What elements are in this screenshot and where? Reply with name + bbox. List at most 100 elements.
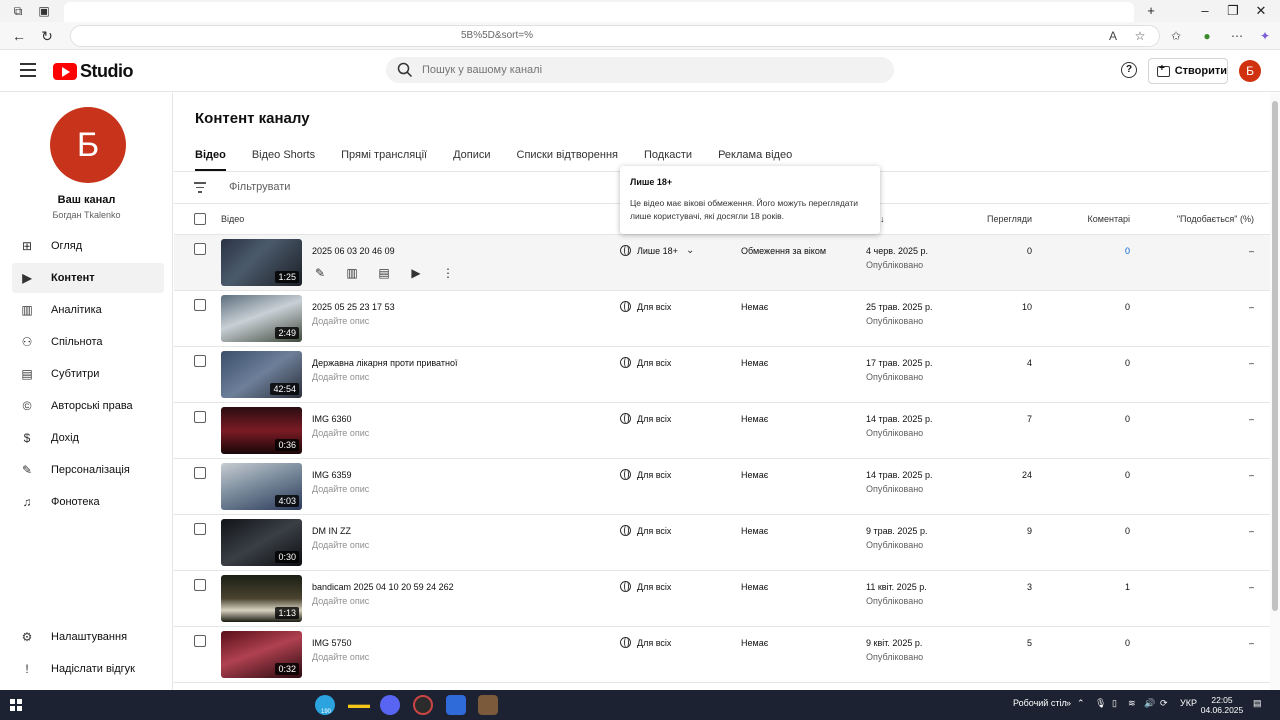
row-checkbox[interactable] [194,579,206,591]
youtube-studio-logo[interactable]: Studio [53,60,134,82]
tab-playlists[interactable]: Списки відтворення [517,145,618,171]
table-row[interactable]: 0:32 IMG 5750 Додайте опис Для всіх Нема… [174,627,1270,683]
scrollbar-thumb[interactable] [1272,101,1278,611]
table-row[interactable]: 4:03 IMG 6359 Додайте опис Для всіх Нема… [174,459,1270,515]
column-comments[interactable]: Коментарі [1074,214,1130,224]
table-row[interactable]: 0:36 IMG 6360 Додайте опис Для всіх Нема… [174,403,1270,459]
sidebar-item-audio-library[interactable]: ♫ Фонотека [12,487,164,517]
visibility-dropdown[interactable]: Для всіх [620,525,671,536]
table-row[interactable]: 0:30 DM IN ZZ Додайте опис Для всіх Нема… [174,515,1270,571]
extension-icon[interactable]: ● [1198,27,1216,45]
video-title[interactable]: IMG 6359 [312,470,352,480]
scrollbar[interactable] [1270,93,1280,690]
table-row[interactable]: 1:13 bandicam 2025 04 10 20 59 24 262 До… [174,571,1270,627]
desktop-label[interactable]: Робочий стіл [1013,698,1067,708]
video-description[interactable]: Додайте опис [312,484,369,494]
create-button[interactable]: Створити [1148,58,1228,84]
row-checkbox[interactable] [194,243,206,255]
discord-icon[interactable] [380,695,400,715]
visibility-dropdown[interactable]: Для всіх [620,581,671,592]
video-description[interactable]: Додайте опис [312,652,369,662]
search-box[interactable] [386,57,894,83]
tab-shorts[interactable]: Відео Shorts [252,145,315,171]
row-checkbox[interactable] [194,299,206,311]
network-icon[interactable]: ≋ [1128,698,1136,709]
edit-pencil-icon[interactable]: ✎ [312,265,328,281]
tab-videos[interactable]: Відео [195,145,226,171]
column-views[interactable]: Перегляди [980,214,1032,224]
video-thumbnail[interactable]: 1:13 [221,575,302,622]
new-tab-icon[interactable]: + [1142,2,1160,20]
microphone-icon[interactable]: 🎙 [1095,698,1106,709]
table-row[interactable]: 42:54 Державна лікарня проти приватної Д… [174,347,1270,403]
clock[interactable]: 22:05 04.06.2025 [1200,695,1244,715]
video-title[interactable]: DM IN ZZ [312,526,351,536]
tab-actions-icon[interactable]: ▣ [36,3,52,19]
read-aloud-icon[interactable]: A [1104,27,1122,45]
column-likes[interactable]: "Подобається" (%) [1164,214,1254,224]
app-icon-2[interactable] [446,695,466,715]
select-all-checkbox[interactable] [194,213,206,225]
filter-input[interactable]: Фільтрувати [229,181,290,193]
video-thumbnail[interactable]: 2:49 [221,295,302,342]
volume-icon[interactable]: 🔊 [1144,698,1155,709]
sidebar-item-settings[interactable]: ⚙ Налаштування [12,622,164,652]
row-checkbox[interactable] [194,355,206,367]
video-title[interactable]: Державна лікарня проти приватної [312,358,457,368]
sidebar-item-content[interactable]: ▶ Контент [12,263,164,293]
favorite-star-icon[interactable]: ☆ [1131,27,1149,45]
video-title[interactable]: 2025 06 03 20 46 09 [312,246,395,256]
tab-posts[interactable]: Дописи [453,145,490,171]
row-checkbox[interactable] [194,635,206,647]
more-menu-icon[interactable]: ⋯ [1228,27,1246,45]
video-thumbnail[interactable]: 0:30 [221,519,302,566]
video-title[interactable]: bandicam 2025 04 10 20 59 24 262 [312,582,454,592]
table-row[interactable]: 2:49 2025 05 25 23 17 53 Додайте опис Дл… [174,291,1270,347]
sidebar-item-feedback[interactable]: ! Надіслати відгук [12,654,164,684]
sort-arrow-icon[interactable]: ↓ [880,214,885,224]
sidebar-item-copyright[interactable]: © Авторські права [12,391,164,421]
comments-icon[interactable]: ▤ [376,265,392,281]
sidebar-item-earn[interactable]: $ Дохід [12,423,164,453]
sidebar-item-dashboard[interactable]: ⊞ Огляд [12,231,164,261]
sync-icon[interactable]: ⟳ [1160,698,1168,709]
url-field[interactable]: 5B%5D&sort=% [70,25,1160,47]
visibility-dropdown[interactable]: Для всіх [620,301,671,312]
battery-icon[interactable]: ▯ [1112,698,1117,709]
visibility-dropdown[interactable]: Для всіх [620,637,671,648]
row-checkbox[interactable] [194,411,206,423]
favorites-icon[interactable]: ✩ [1167,27,1185,45]
notifications-icon[interactable]: ▤ [1253,698,1262,709]
copilot-icon[interactable]: ✦ [1256,27,1274,45]
minimize-icon[interactable]: – [1196,2,1214,20]
table-row[interactable]: 1:25 2025 06 03 20 46 09 ✎ ▥ ▤ ▶ ⋮ Лише … [174,235,1270,291]
media-app-icon[interactable] [413,695,433,715]
youtube-play-icon[interactable]: ▶ [408,265,424,281]
video-title[interactable]: IMG 5750 [312,638,352,648]
app-icon[interactable]: ▬▬ [348,695,370,715]
visibility-dropdown[interactable]: Лише 18+ ⌄ [620,245,694,256]
help-icon[interactable]: ? [1121,62,1137,78]
video-thumbnail[interactable]: 4:03 [221,463,302,510]
toolbar-expand-icon[interactable]: » [1066,698,1071,708]
sidebar-item-community[interactable]: ⚇ Спільнота [12,327,164,357]
video-description[interactable]: Додайте опис [312,372,369,382]
app-icon-3[interactable] [478,695,498,715]
tray-chevron-icon[interactable]: ⌃ [1077,698,1085,709]
visibility-dropdown[interactable]: Для всіх [620,469,671,480]
channel-avatar[interactable]: Б [50,107,126,183]
row-checkbox[interactable] [194,523,206,535]
menu-icon[interactable] [20,63,36,77]
account-avatar[interactable]: Б [1239,60,1261,82]
analytics-icon[interactable]: ▥ [344,265,360,281]
reload-icon[interactable]: ↻ [38,27,56,45]
close-window-icon[interactable]: ✕ [1252,2,1270,20]
search-input[interactable] [422,60,862,80]
workspaces-icon[interactable]: ⧉ [10,3,26,19]
visibility-dropdown[interactable]: Для всіх [620,357,671,368]
video-description[interactable]: Додайте опис [312,428,369,438]
video-description[interactable]: Додайте опис [312,316,369,326]
windows-start-icon[interactable] [10,699,22,711]
more-options-icon[interactable]: ⋮ [440,265,456,281]
language-indicator[interactable]: УКР [1180,698,1197,708]
